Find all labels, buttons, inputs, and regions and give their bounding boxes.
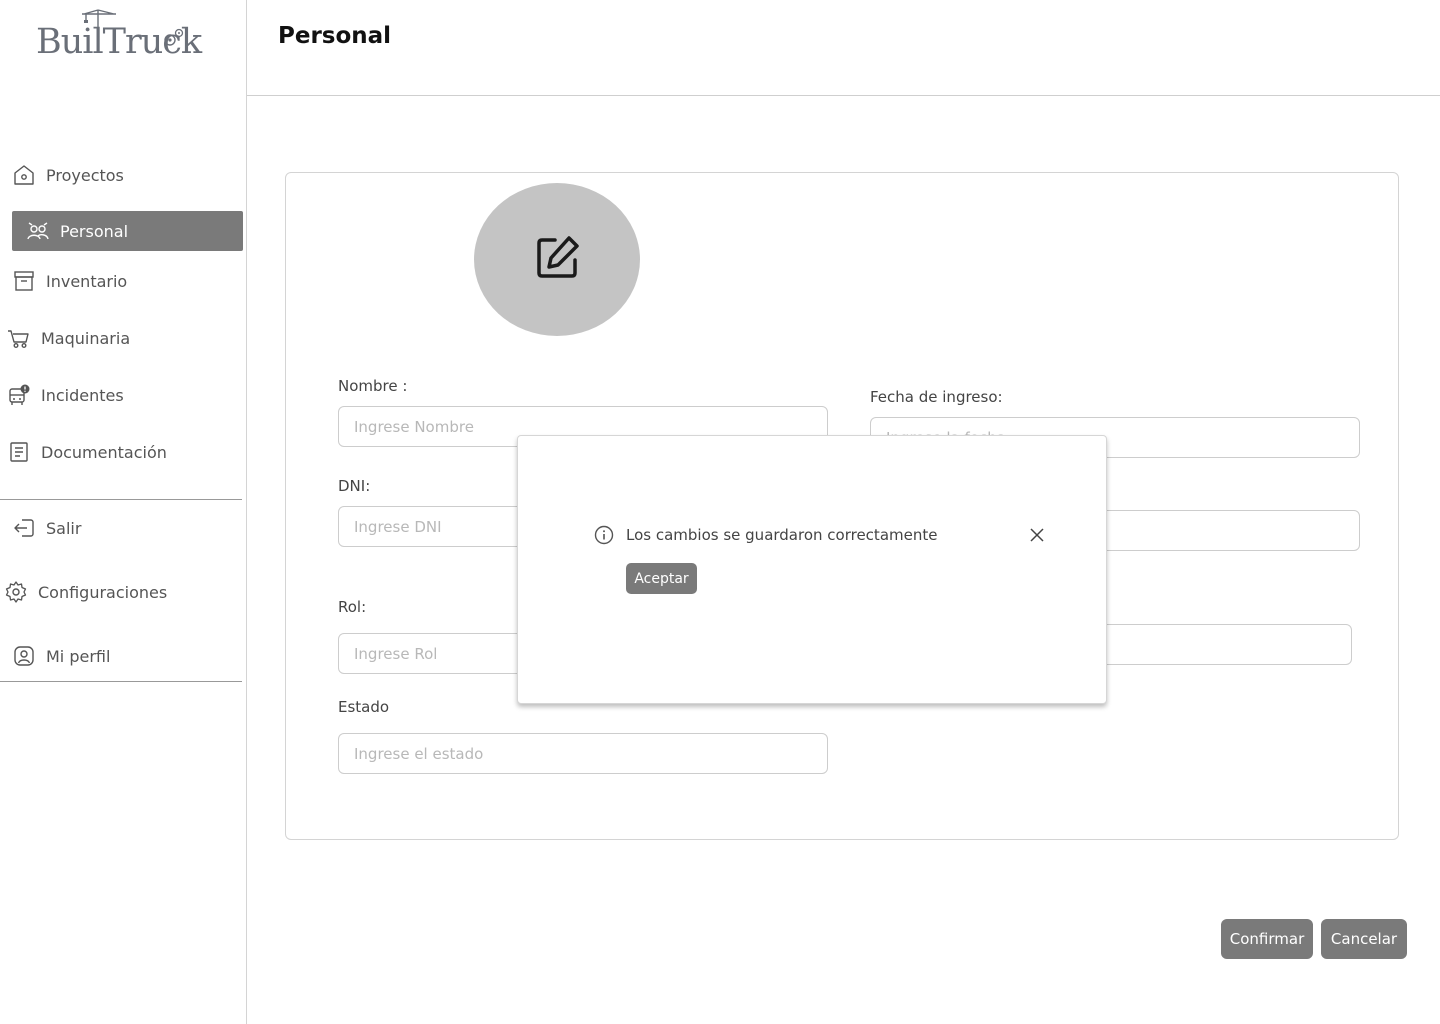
cancel-button[interactable]: Cancelar bbox=[1321, 919, 1407, 959]
estado-label: Estado bbox=[338, 698, 390, 716]
estado-input[interactable] bbox=[338, 733, 828, 774]
sidebar: BuilTruck Proyectos Personal Inventario … bbox=[0, 0, 247, 1024]
gear-icon bbox=[4, 580, 28, 604]
avatar-upload[interactable] bbox=[474, 183, 640, 336]
edit-icon bbox=[533, 234, 581, 286]
document-icon bbox=[7, 440, 31, 464]
home-icon bbox=[12, 163, 36, 187]
rol-label: Rol: bbox=[338, 598, 367, 616]
sidebar-item-label: Incidentes bbox=[41, 385, 124, 405]
sidebar-item-label: Documentación bbox=[41, 442, 167, 462]
accept-button[interactable]: Aceptar bbox=[626, 563, 697, 594]
gears-icon bbox=[164, 28, 184, 46]
success-dialog: Los cambios se guardaron correctamente A… bbox=[517, 435, 1107, 704]
sidebar-item-inventario[interactable]: Inventario bbox=[12, 261, 243, 301]
sidebar-item-proyectos[interactable]: Proyectos bbox=[12, 155, 243, 195]
info-icon bbox=[594, 525, 614, 545]
sidebar-item-label: Inventario bbox=[46, 271, 128, 291]
sidebar-item-maquinaria[interactable]: Maquinaria bbox=[7, 318, 238, 358]
sidebar-item-incidentes[interactable]: Incidentes bbox=[7, 375, 238, 415]
brand-logo[interactable]: BuilTruck bbox=[36, 8, 202, 68]
close-icon[interactable] bbox=[1026, 524, 1048, 546]
sidebar-item-label: Personal bbox=[60, 221, 129, 241]
truck-alert-icon bbox=[7, 383, 31, 407]
people-icon bbox=[26, 219, 50, 243]
sidebar-item-label: Proyectos bbox=[46, 165, 124, 185]
archive-icon bbox=[12, 269, 36, 293]
confirm-button[interactable]: Confirmar bbox=[1221, 919, 1313, 959]
user-icon bbox=[12, 644, 36, 668]
sidebar-item-label: Salir bbox=[46, 518, 82, 538]
sidebar-item-mi-perfil[interactable]: Mi perfil bbox=[12, 636, 243, 676]
page-header: Personal bbox=[247, 0, 1440, 96]
sidebar-divider bbox=[0, 499, 242, 500]
sidebar-item-configuraciones[interactable]: Configuraciones bbox=[4, 572, 235, 612]
sidebar-item-label: Configuraciones bbox=[38, 582, 168, 602]
sidebar-item-label: Mi perfil bbox=[46, 646, 111, 666]
sidebar-divider bbox=[0, 681, 242, 682]
logout-icon bbox=[12, 516, 36, 540]
dni-label: DNI: bbox=[338, 477, 371, 495]
sidebar-item-documentacion[interactable]: Documentación bbox=[7, 432, 238, 472]
sidebar-item-label: Maquinaria bbox=[41, 328, 131, 348]
sidebar-item-personal[interactable]: Personal bbox=[12, 211, 243, 251]
cart-icon bbox=[7, 326, 31, 350]
nombre-label: Nombre : bbox=[338, 377, 408, 395]
sidebar-item-salir[interactable]: Salir bbox=[12, 508, 243, 548]
fecha-ingreso-label: Fecha de ingreso: bbox=[870, 388, 1003, 406]
dialog-message: Los cambios se guardaron correctamente bbox=[626, 526, 938, 544]
page-title: Personal bbox=[278, 23, 392, 49]
